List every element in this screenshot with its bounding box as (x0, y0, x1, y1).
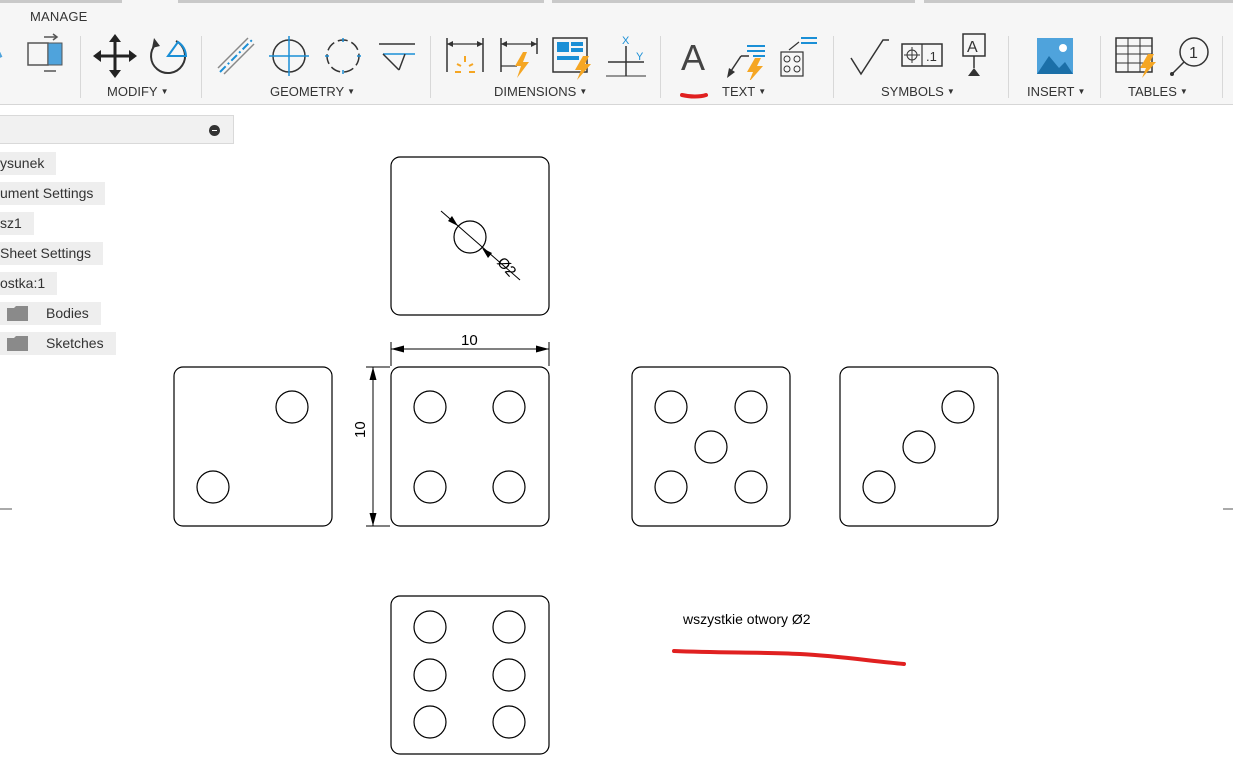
text-menu[interactable]: TEXT ▼ (722, 84, 766, 99)
auto-dimension-icon[interactable] (497, 32, 541, 80)
tree-item-drawing[interactable]: ysunek (0, 152, 57, 175)
edge-extension-icon[interactable] (375, 32, 419, 80)
svg-text:A: A (681, 37, 705, 78)
leader-text-icon[interactable] (725, 32, 769, 80)
hole[interactable] (654, 470, 688, 504)
collapse-icon[interactable] (209, 125, 220, 136)
drawing-canvas[interactable]: 10 10 Ø2 wszystkie otwory Ø2 (0, 106, 1233, 777)
rotate-icon[interactable] (146, 32, 190, 80)
hole[interactable] (492, 658, 526, 692)
red-annotation-text-tool (680, 93, 708, 99)
hole[interactable] (734, 390, 768, 424)
hole[interactable] (492, 470, 526, 504)
dimension-icon[interactable] (443, 32, 487, 80)
tables-menu[interactable]: TABLES ▼ (1128, 84, 1188, 99)
svg-text:1: 1 (1189, 45, 1198, 62)
hole[interactable] (694, 430, 728, 464)
surface-texture-icon[interactable] (847, 32, 891, 80)
tree-item-bodies[interactable]: Bodies (0, 302, 101, 325)
die-view-bottom[interactable] (390, 595, 550, 755)
datum-identifier-icon[interactable]: A (953, 32, 997, 80)
die-view-top[interactable] (390, 156, 550, 316)
partial-tool-icon[interactable] (0, 32, 16, 80)
ordinate-dimension-icon[interactable]: X Y (604, 32, 648, 80)
table-icon[interactable] (1114, 32, 1158, 80)
svg-text:X: X (622, 35, 630, 47)
hole[interactable] (492, 705, 526, 739)
tab-strip (0, 0, 1233, 4)
hole[interactable] (734, 470, 768, 504)
centerline-icon[interactable] (214, 32, 258, 80)
hole[interactable] (941, 390, 975, 424)
geometry-menu[interactable]: GEOMETRY ▼ (270, 84, 355, 99)
tab-manage[interactable]: MANAGE (30, 9, 88, 24)
hole[interactable] (654, 390, 688, 424)
hole[interactable] (492, 390, 526, 424)
browser-panel-header (0, 115, 234, 144)
hole[interactable] (413, 705, 447, 739)
tree-item-sheet[interactable]: sz1 (0, 212, 34, 235)
hole[interactable] (413, 470, 447, 504)
dimensions-menu[interactable]: DIMENSIONS ▼ (494, 84, 587, 99)
drawing-sheet[interactable] (0, 106, 1233, 777)
hole[interactable] (413, 390, 447, 424)
hole[interactable] (453, 220, 487, 254)
insert-image-icon[interactable] (1033, 32, 1077, 80)
tree-item-sketches[interactable]: Sketches (0, 332, 116, 355)
hole[interactable] (413, 610, 447, 644)
ribbon-toolbar: MANAGE MODIFY ▼ GEOMETRY ▼ X Y DIMENSION… (0, 0, 1233, 105)
height-dimension-value: 10 (352, 421, 369, 438)
insert-menu[interactable]: INSERT ▼ (1027, 84, 1085, 99)
svg-text:Y: Y (636, 51, 644, 63)
tree-item-sheet-settings[interactable]: Sheet Settings (0, 242, 104, 265)
feature-control-frame-icon[interactable]: .1 (900, 32, 944, 80)
hole[interactable] (862, 470, 896, 504)
die-view-right[interactable] (631, 366, 791, 527)
modify-menu[interactable]: MODIFY ▼ (107, 84, 168, 99)
die-view-back[interactable] (839, 366, 999, 527)
balloon-icon[interactable]: 1 (1168, 32, 1212, 80)
die-view-left[interactable] (173, 366, 333, 527)
move-icon[interactable] (93, 32, 137, 80)
tree-item-document-settings[interactable]: ument Settings (0, 182, 106, 205)
hole[interactable] (413, 658, 447, 692)
note-all-holes[interactable]: wszystkie otwory Ø2 (683, 611, 811, 627)
hole[interactable] (492, 610, 526, 644)
height-dimension[interactable] (366, 366, 390, 527)
red-annotation-underline (672, 649, 906, 666)
hole[interactable] (196, 470, 230, 504)
folder-icon (7, 306, 28, 321)
folder-icon (7, 336, 28, 351)
baseline-dimension-icon[interactable] (551, 32, 595, 80)
center-mark-pattern-icon[interactable] (321, 32, 365, 80)
edit-view-icon[interactable] (24, 32, 68, 80)
die-view-front[interactable] (390, 366, 550, 527)
symbols-menu[interactable]: SYMBOLS ▼ (881, 84, 955, 99)
svg-text:A: A (967, 39, 978, 56)
hole[interactable] (275, 390, 309, 424)
width-dimension-value: 10 (461, 332, 478, 349)
center-mark-icon[interactable] (267, 32, 311, 80)
text-icon[interactable]: A (671, 32, 715, 80)
note-icon[interactable] (775, 32, 819, 80)
tree-item-component[interactable]: ostka:1 (0, 272, 58, 295)
svg-text:.1: .1 (926, 49, 937, 64)
hole[interactable] (902, 430, 936, 464)
